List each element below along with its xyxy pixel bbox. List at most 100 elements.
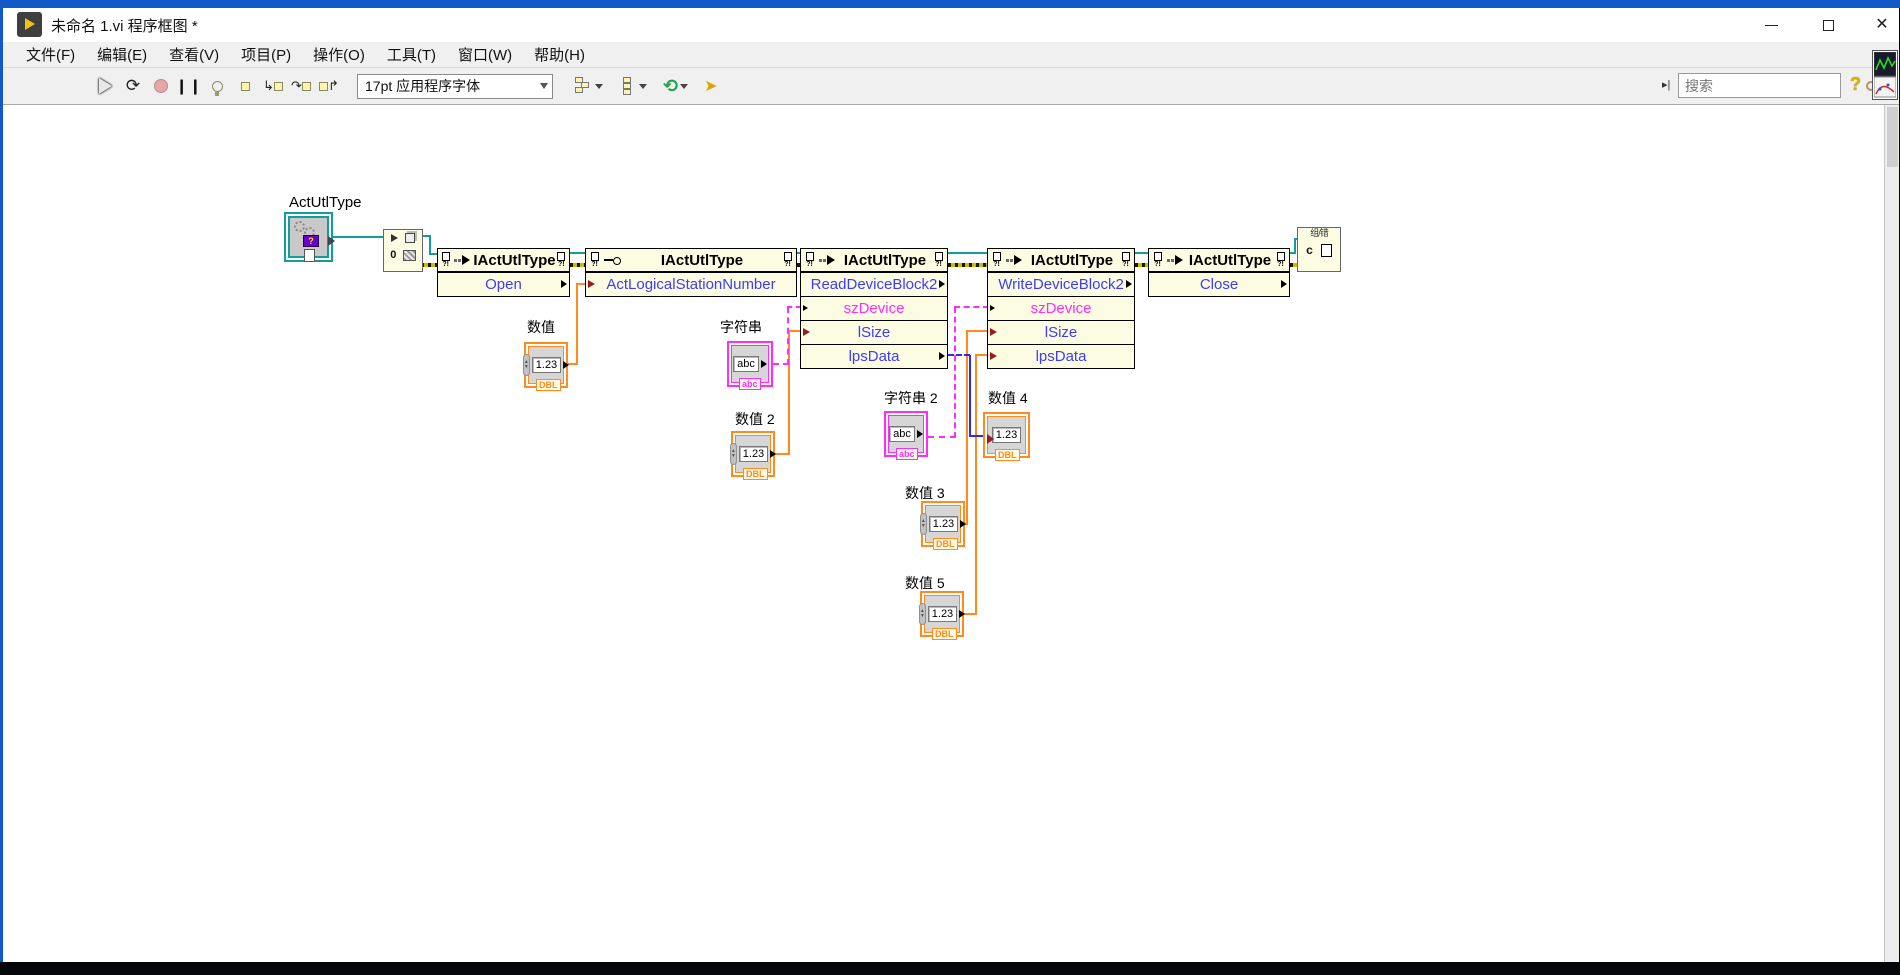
param-row-szdevice[interactable]: szDevice	[801, 296, 947, 320]
error-wire[interactable]	[948, 263, 987, 267]
context-help-button[interactable]: ?	[1850, 74, 1861, 95]
string-2-wire[interactable]	[954, 306, 989, 308]
menu-edit[interactable]: 编辑(E)	[86, 41, 158, 68]
input-terminal	[803, 328, 810, 336]
refnum-wire[interactable]	[570, 252, 585, 254]
numeric-2-label: 数值 2	[735, 409, 775, 429]
vi-icon-thumbnail[interactable]	[1872, 50, 1898, 100]
string-2-wire[interactable]	[928, 436, 956, 438]
step-out-button[interactable]: ↱	[315, 73, 343, 99]
search-expander[interactable]: ▸|	[1662, 78, 1670, 91]
numeric-3-label: 数值 3	[905, 483, 945, 503]
step-into-button[interactable]: ↳	[259, 73, 287, 99]
property-row-actlogicalstationnumber[interactable]: ActLogicalStationNumber	[586, 272, 796, 296]
reorder-button[interactable]: ➤	[704, 76, 717, 96]
menu-view[interactable]: 查看(V)	[158, 41, 230, 68]
property-node-actlogicalstationnumber[interactable]: ?! IActUtlType ?! ActLogicalStationNumbe…	[585, 248, 797, 297]
title-bar[interactable]: 未命名 1.vi 程序框图 * ✕	[3, 8, 1899, 42]
menu-help[interactable]: 帮助(H)	[523, 41, 596, 68]
menu-operate[interactable]: 操作(O)	[302, 41, 376, 68]
refnum-wire[interactable]	[429, 235, 431, 255]
close-button[interactable]: ✕	[1859, 8, 1900, 42]
numeric-label: 数值	[527, 317, 555, 337]
refnum-wire[interactable]	[948, 252, 987, 254]
numeric-3-wire[interactable]	[966, 330, 989, 332]
numeric-wire[interactable]	[576, 284, 578, 365]
error-in-terminal: ?!	[588, 252, 601, 268]
string-2-control-terminal[interactable]: abc abc	[884, 411, 928, 457]
method-row-open[interactable]: Open	[438, 272, 569, 296]
node-class-name: IActUtlType	[623, 252, 781, 269]
dbl-type-tag: DBL	[932, 628, 957, 640]
param-row-szdevice[interactable]: szDevice	[988, 296, 1134, 320]
step-over-button[interactable]: ↷	[287, 73, 315, 99]
chevron-down-icon	[540, 83, 548, 89]
maximize-button[interactable]	[1805, 8, 1851, 42]
string-control-terminal[interactable]: abc abc	[727, 341, 773, 387]
numeric-5-control-terminal[interactable]: ▲▼ 1.23 DBL	[920, 591, 964, 637]
param-row-lsize[interactable]: lSize	[988, 320, 1134, 344]
refnum-wire[interactable]	[1294, 238, 1296, 254]
pause-button[interactable]: ❙❙	[175, 73, 203, 99]
invoke-node-readdeviceblock2[interactable]: ?! IActUtlType ?! ReadDeviceBlock2 szDev…	[800, 248, 948, 369]
numeric-control-terminal[interactable]: ▲▼ 1.23 DBL	[524, 342, 568, 388]
abort-button[interactable]	[147, 73, 175, 99]
numeric-4-indicator-terminal[interactable]: 1.23 DBL	[983, 412, 1030, 458]
refnum-wire[interactable]	[429, 253, 437, 255]
string-2-wire[interactable]	[954, 307, 956, 438]
menu-file[interactable]: 文件(F)	[15, 41, 86, 68]
numeric-3-wire[interactable]	[966, 331, 968, 525]
invoke-node-writedeviceblock2[interactable]: ?! IActUtlType ?! WriteDeviceBlock2 szDe…	[987, 248, 1135, 369]
refnum-wire[interactable]	[332, 236, 383, 238]
error-out-terminal: ?!	[556, 252, 567, 268]
lpsdata-wire[interactable]	[969, 435, 983, 437]
close-reference-node[interactable]: 组/错 c	[1297, 227, 1341, 272]
clean-up-diagram-button[interactable]: ⟲	[663, 76, 688, 97]
minimize-button[interactable]	[1748, 8, 1794, 42]
distribute-objects-button[interactable]	[619, 77, 647, 95]
menu-window[interactable]: 窗口(W)	[447, 41, 523, 68]
numeric-value: 1.23	[992, 427, 1021, 443]
string-2-label: 字符串 2	[884, 388, 938, 408]
menu-project[interactable]: 项目(P)	[230, 41, 302, 68]
numeric-2-control-terminal[interactable]: ▲▼ 1.23 DBL	[731, 431, 775, 477]
string-wire[interactable]	[787, 307, 789, 365]
error-in-terminal: ?!	[440, 252, 451, 268]
retain-wire-values-button[interactable]	[231, 73, 259, 99]
labview-logo-icon	[17, 12, 42, 37]
error-wire[interactable]	[421, 263, 437, 267]
method-row-writedeviceblock2[interactable]: WriteDeviceBlock2	[988, 272, 1134, 296]
numeric-value: 1.23	[928, 606, 957, 622]
method-row-close[interactable]: Close	[1149, 272, 1289, 296]
vertical-scrollbar[interactable]	[1884, 105, 1899, 962]
param-row-lsize[interactable]: lSize	[801, 320, 947, 344]
invoke-node-close[interactable]: ?! IActUtlType ?! Close	[1148, 248, 1290, 297]
scrollbar-thumb[interactable]	[1887, 107, 1898, 167]
error-wire[interactable]	[570, 263, 585, 267]
search-input[interactable]	[1679, 78, 1866, 94]
highlight-execution-button[interactable]	[203, 73, 231, 99]
error-in-terminal: ?!	[803, 252, 816, 268]
activex-object-icon: ?	[303, 235, 319, 247]
automation-refnum-control[interactable]: ?	[284, 212, 333, 262]
refnum-wire[interactable]	[1135, 252, 1148, 254]
automation-open-node[interactable]: 0	[383, 229, 423, 272]
font-selector[interactable]: 17pt 应用程序字体	[357, 74, 553, 99]
error-wire[interactable]	[1135, 263, 1148, 267]
string-label: 字符串	[720, 317, 762, 337]
run-button[interactable]	[91, 73, 119, 99]
param-row-lpsdata[interactable]: lpsData	[801, 344, 947, 368]
menu-tools[interactable]: 工具(T)	[376, 41, 447, 68]
numeric-5-wire[interactable]	[975, 355, 977, 615]
invoke-node-open[interactable]: ?! IActUtlType ?! Open	[437, 248, 570, 297]
align-objects-button[interactable]	[575, 77, 603, 95]
lpsdata-wire[interactable]	[948, 354, 970, 356]
method-row-readdeviceblock2[interactable]: ReadDeviceBlock2	[801, 272, 947, 296]
lpsdata-wire[interactable]	[969, 355, 971, 436]
string-wire[interactable]	[787, 306, 801, 308]
node-class-name: IActUtlType	[838, 252, 932, 269]
param-row-lpsdata[interactable]: lpsData	[988, 344, 1134, 368]
run-continuously-button[interactable]: ⟳	[119, 73, 147, 99]
numeric-3-control-terminal[interactable]: ▲▼ 1.23 DBL	[921, 501, 965, 547]
pause-icon: ❙❙	[175, 77, 202, 95]
